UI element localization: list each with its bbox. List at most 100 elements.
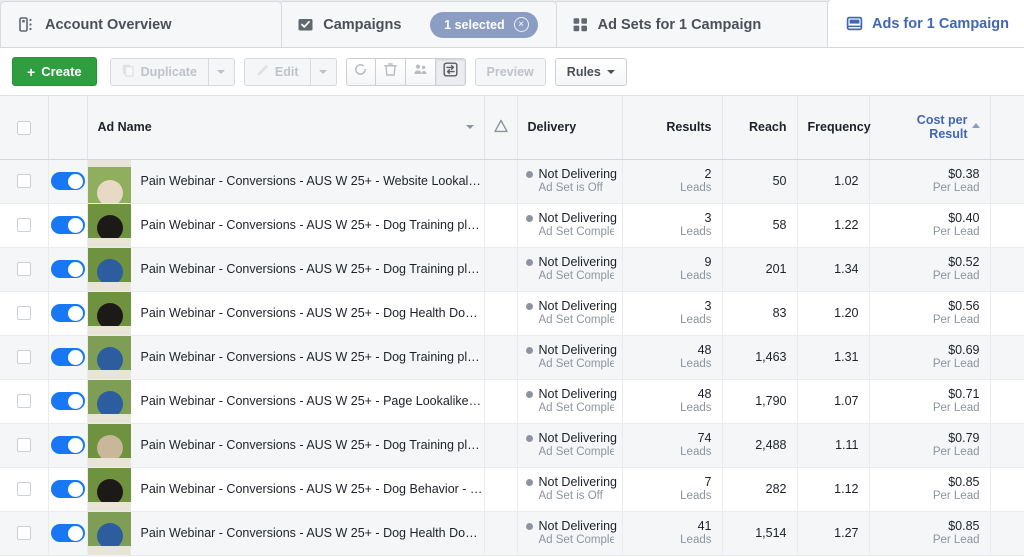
ad-thumbnail[interactable] <box>87 467 131 510</box>
row-checkbox[interactable] <box>16 438 31 453</box>
ad-thumbnail[interactable] <box>87 511 131 554</box>
row-select-cell[interactable] <box>0 159 49 204</box>
ad-name-cell[interactable]: Pain Webinar - Conversions - AUS W 25+ -… <box>87 423 485 468</box>
frequency-cell: 1.20 <box>797 291 870 336</box>
ad-name-header[interactable]: Ad Name <box>87 96 485 160</box>
row-select-cell[interactable] <box>0 203 49 248</box>
ad-thumbnail[interactable] <box>87 291 131 334</box>
row-toggle-cell[interactable] <box>48 159 88 204</box>
row-select-cell[interactable] <box>0 467 49 512</box>
ad-thumbnail[interactable] <box>87 379 131 422</box>
tab-campaigns[interactable]: Campaigns 1 selected × <box>278 1 557 47</box>
row-toggle-cell[interactable] <box>48 247 88 292</box>
row-checkbox[interactable] <box>16 526 31 541</box>
tab-ad-sets[interactable]: Ad Sets for 1 Campaign <box>552 1 832 47</box>
sort-ascending-icon[interactable] <box>971 123 980 129</box>
duplicate-button[interactable]: Duplicate <box>109 57 209 86</box>
row-toggle-cell[interactable] <box>48 511 88 556</box>
selection-pill[interactable]: 1 selected × <box>430 11 538 38</box>
reach-cell: 1,790 <box>722 379 798 424</box>
rules-button[interactable]: Rules <box>554 57 627 86</box>
row-checkbox[interactable] <box>16 350 31 365</box>
row-checkbox[interactable] <box>16 306 31 321</box>
ad-thumbnail[interactable] <box>87 247 131 290</box>
rules-label: Rules <box>566 64 601 79</box>
ad-name-cell[interactable]: Pain Webinar - Conversions - AUS W 25+ -… <box>87 379 485 424</box>
preview-button[interactable]: Preview <box>474 57 546 86</box>
row-select-cell[interactable] <box>0 511 49 556</box>
duplicate-dropdown-button[interactable] <box>208 57 235 86</box>
delivery-header[interactable]: Delivery <box>517 96 623 160</box>
row-checkbox[interactable] <box>16 262 31 277</box>
chevron-down-icon[interactable] <box>465 125 474 130</box>
table-row[interactable]: Pain Webinar - Conversions - AUS W 25+ -… <box>0 423 1024 468</box>
ab-test-icon-button[interactable] <box>435 57 466 86</box>
row-select-cell[interactable] <box>0 379 49 424</box>
edit-split-button[interactable]: Edit <box>243 57 337 86</box>
duplicate-split-button[interactable]: Duplicate <box>109 57 235 86</box>
tab-ads[interactable]: Ads for 1 Campaign <box>827 0 1024 47</box>
ad-status-toggle[interactable] <box>50 348 85 366</box>
audience-icon-button[interactable] <box>405 57 436 86</box>
ad-name-cell[interactable]: Pain Webinar - Conversions - AUS W 25+ -… <box>87 467 485 512</box>
table-row[interactable]: Pain Webinar - Conversions - AUS W 25+ -… <box>0 467 1024 512</box>
row-checkbox[interactable] <box>16 174 31 189</box>
row-toggle-cell[interactable] <box>48 379 88 424</box>
cost-per-result-unit: Per Lead <box>932 358 980 370</box>
select-all-checkbox[interactable] <box>16 120 31 135</box>
clear-selection-icon[interactable]: × <box>513 17 529 32</box>
ad-status-toggle[interactable] <box>50 480 85 498</box>
results-value: 48 <box>697 343 712 357</box>
row-select-cell[interactable] <box>0 291 49 336</box>
ad-status-toggle[interactable] <box>50 436 85 454</box>
reach-header[interactable]: Reach <box>722 96 798 160</box>
table-row[interactable]: Pain Webinar - Conversions - AUS W 25+ -… <box>0 379 1024 424</box>
table-row[interactable]: Pain Webinar - Conversions - AUS W 25+ -… <box>0 291 1024 336</box>
table-row[interactable]: Pain Webinar - Conversions - AUS W 25+ -… <box>0 335 1024 380</box>
row-toggle-cell[interactable] <box>48 203 88 248</box>
ad-status-toggle[interactable] <box>50 304 85 322</box>
row-checkbox[interactable] <box>16 482 31 497</box>
ad-name-cell[interactable]: Pain Webinar - Conversions - AUS W 25+ -… <box>87 203 485 248</box>
ad-name-cell[interactable]: Pain Webinar - Conversions - AUS W 25+ -… <box>87 335 485 380</box>
ad-name-cell[interactable]: Pain Webinar - Conversions - AUS W 25+ -… <box>87 291 485 336</box>
table-row[interactable]: Pain Webinar - Conversions - AUS W 25+ -… <box>0 159 1024 204</box>
ad-thumbnail[interactable] <box>87 423 131 466</box>
select-all-header[interactable] <box>0 96 49 160</box>
row-checkbox[interactable] <box>16 218 31 233</box>
ad-status-toggle[interactable] <box>50 524 85 542</box>
row-toggle-cell[interactable] <box>48 423 88 468</box>
delete-icon-button[interactable] <box>375 57 406 86</box>
row-toggle-cell[interactable] <box>48 291 88 336</box>
create-button[interactable]: + Create <box>12 57 97 86</box>
refresh-icon-button[interactable] <box>345 57 376 86</box>
row-checkbox[interactable] <box>16 394 31 409</box>
ad-thumbnail[interactable] <box>87 335 131 378</box>
row-toggle-cell[interactable] <box>48 467 88 512</box>
cost-per-result-header[interactable]: Cost per Result <box>869 96 991 160</box>
row-select-cell[interactable] <box>0 335 49 380</box>
row-toggle-cell[interactable] <box>48 335 88 380</box>
ad-name-cell[interactable]: Pain Webinar - Conversions - AUS W 25+ -… <box>87 511 485 556</box>
ad-name-cell[interactable]: Pain Webinar - Conversions - AUS W 25+ -… <box>87 159 485 204</box>
ad-status-toggle[interactable] <box>50 260 85 278</box>
results-header[interactable]: Results <box>622 96 723 160</box>
table-row[interactable]: Pain Webinar - Conversions - AUS W 25+ -… <box>0 203 1024 248</box>
tab-account-overview[interactable]: Account Overview <box>0 1 283 47</box>
table-row[interactable]: Pain Webinar - Conversions - AUS W 25+ -… <box>0 511 1024 556</box>
ads-table-container[interactable]: Ad Name Delivery Results Reach Frequency… <box>0 96 1024 557</box>
ad-status-toggle[interactable] <box>50 172 85 190</box>
edit-dropdown-button[interactable] <box>310 57 337 86</box>
ad-thumbnail[interactable] <box>87 203 131 246</box>
reach-value: 83 <box>772 306 787 320</box>
frequency-header[interactable]: Frequency <box>797 96 871 160</box>
ad-name-cell[interactable]: Pain Webinar - Conversions - AUS W 25+ -… <box>87 247 485 292</box>
delivery-status-dot <box>525 390 533 398</box>
row-select-cell[interactable] <box>0 247 49 292</box>
ad-status-toggle[interactable] <box>50 216 85 234</box>
ad-status-toggle[interactable] <box>50 392 85 410</box>
row-select-cell[interactable] <box>0 423 49 468</box>
ad-thumbnail[interactable] <box>87 159 131 202</box>
table-row[interactable]: Pain Webinar - Conversions - AUS W 25+ -… <box>0 247 1024 292</box>
edit-button[interactable]: Edit <box>243 57 311 86</box>
